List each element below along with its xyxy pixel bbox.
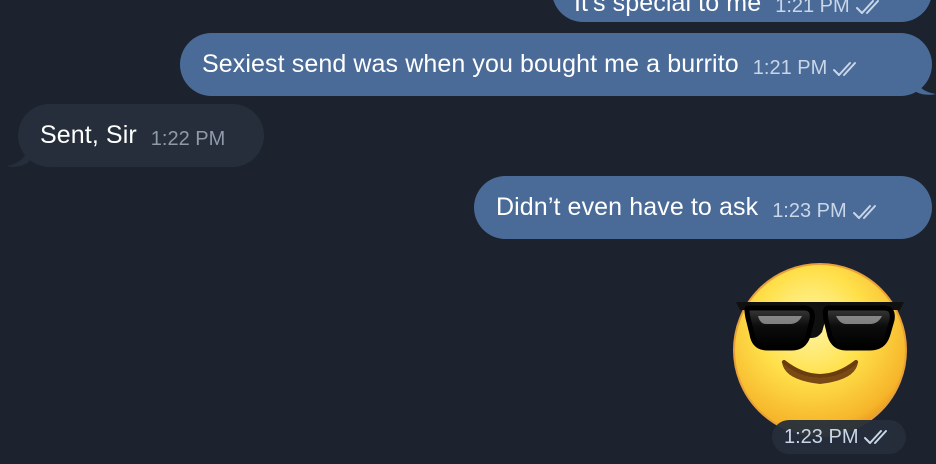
double-check-icon [864, 430, 888, 444]
message-time: 1:23 PM [772, 200, 847, 222]
outgoing-message[interactable]: Didn’t even have to ask 1:23 PM [474, 176, 932, 239]
message-time: 1:23 PM [784, 425, 859, 448]
outgoing-message[interactable]: It's special to me 1:21 PM [552, 0, 932, 22]
sunglasses-emoji-icon [733, 263, 907, 437]
outgoing-message[interactable]: Sexiest send was when you bought me a bu… [180, 33, 932, 96]
double-check-icon [855, 0, 879, 14]
message-time: 1:21 PM [752, 57, 828, 79]
message-time: 1:21 PM [775, 0, 850, 17]
incoming-message[interactable]: Sent, Sir 1:22 PM [18, 104, 264, 167]
message-text: It's special to me [574, 0, 762, 17]
double-check-icon [852, 204, 876, 219]
message-text: Didn’t even have to ask [496, 193, 759, 221]
message-meta: 1:23 PM [772, 200, 882, 223]
message-time: 1:22 PM [150, 128, 226, 150]
message-text: Sexiest send was when you bought me a bu… [202, 50, 739, 78]
bubble-tail [6, 142, 30, 167]
sticker-message[interactable] [732, 262, 908, 438]
double-check-icon [833, 61, 857, 76]
message-meta: 1:21 PM [775, 0, 885, 18]
sticker-meta: 1:23 PM [772, 420, 907, 454]
message-text: Sent, Sir [40, 121, 137, 149]
chat-history[interactable]: It's special to me 1:21 PM Sexiest send … [0, 0, 936, 464]
bubble-tail [912, 70, 936, 95]
message-meta: 1:22 PM [151, 128, 225, 151]
message-meta: 1:21 PM [753, 57, 863, 80]
